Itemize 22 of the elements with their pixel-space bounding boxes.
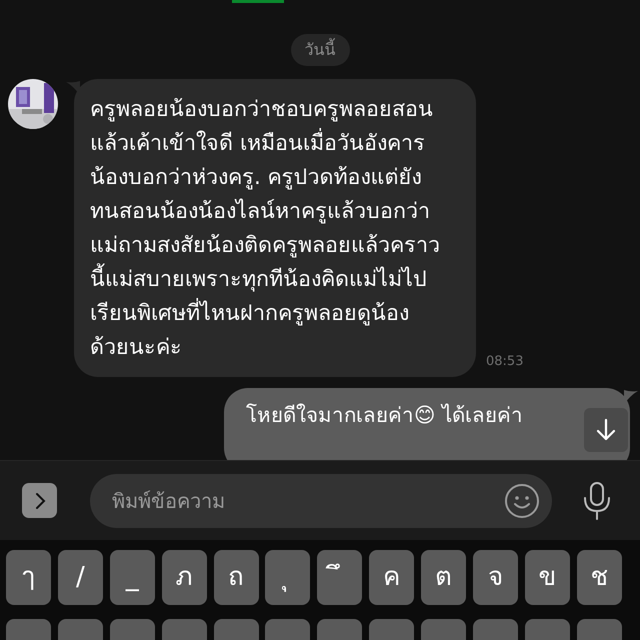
keyboard-key[interactable]: ๅ [6,550,51,605]
date-divider: วันนี้ [290,34,350,66]
chevron-right-icon [34,492,46,510]
message-time: 08:53 [486,352,524,370]
microphone-icon[interactable] [582,480,612,520]
keyboard-key[interactable]: จ [473,550,518,605]
sticker [232,0,284,3]
keyboard-key[interactable]: ข [524,550,570,605]
expand-button[interactable] [22,483,57,518]
keyboard-key[interactable]: ช [576,550,622,605]
message-field[interactable]: พิมพ์ข้อความ [90,474,552,528]
keyboard-key[interactable]: ึ [317,550,362,605]
scroll-down-button[interactable] [584,408,628,452]
keyboard-key[interactable]: ต [421,550,466,605]
keyboard-key[interactable]: / [58,550,103,605]
keyboard-key[interactable]: _ [110,550,155,605]
emoji-icon[interactable] [504,482,540,518]
keyboard-key[interactable]: ุ [265,550,310,605]
keyboard-key[interactable]: ถ [214,550,259,605]
keyboard-key[interactable]: ค [369,550,414,605]
down-arrow-icon [595,418,617,442]
keyboard-key[interactable]: ภ [162,550,207,605]
